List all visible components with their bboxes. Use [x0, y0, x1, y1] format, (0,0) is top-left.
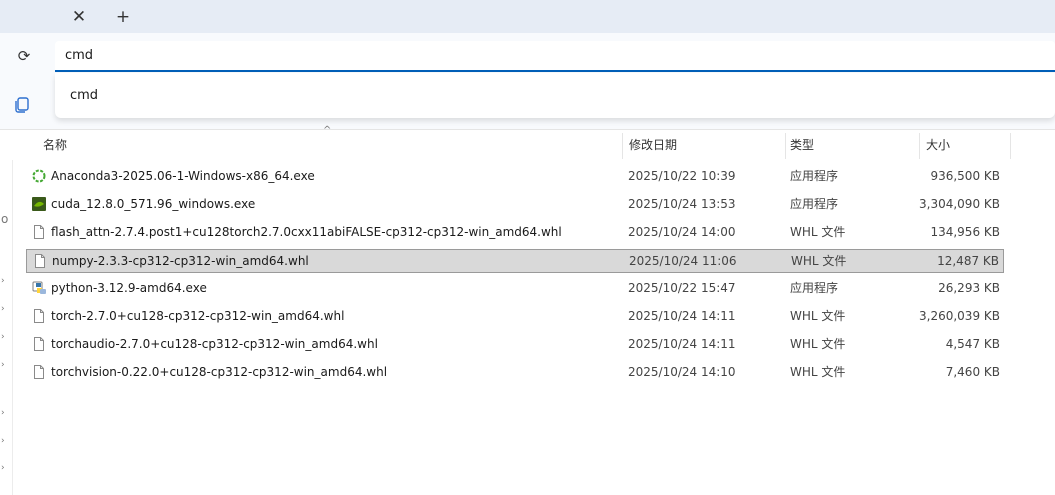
file-size: 4,547 KB	[945, 337, 1000, 351]
file-type: 应用程序	[790, 281, 839, 295]
pin-icon[interactable]: ›	[1, 360, 5, 370]
file-name: Anaconda3-2025.06-1-Windows-x86_64.exe	[51, 169, 315, 183]
file-type: 应用程序	[790, 169, 839, 183]
navigation-pane-edge: o › › › › › › ›	[0, 160, 13, 495]
file-icon	[31, 336, 47, 352]
new-tab-icon[interactable]: +	[110, 4, 136, 30]
file-icon	[31, 364, 47, 380]
file-type: WHL 文件	[790, 225, 846, 239]
column-type-header[interactable]: 类型	[784, 131, 919, 161]
file-size: 936,500 KB	[930, 169, 1000, 183]
pin-icon[interactable]: ›	[1, 304, 5, 314]
file-type: WHL 文件	[791, 254, 847, 268]
file-row[interactable]: torchvision-0.22.0+cu128-cp312-cp312-win…	[26, 361, 1004, 385]
file-modified-date: 2025/10/24 11:06	[629, 254, 737, 268]
file-row[interactable]: torchaudio-2.7.0+cu128-cp312-cp312-win_a…	[26, 333, 1004, 357]
file-type: WHL 文件	[790, 309, 846, 323]
file-name: numpy-2.3.3-cp312-cp312-win_amd64.whl	[52, 254, 309, 268]
file-icon	[31, 308, 47, 324]
file-size: 12,487 KB	[937, 254, 999, 268]
file-row[interactable]: python-3.12.9-amd64.exe 2025/10/22 15:47 应…	[26, 277, 1004, 301]
file-size: 26,293 KB	[938, 281, 1000, 295]
column-header: 名称 修改日期 类型 大小	[0, 131, 1055, 161]
file-type: WHL 文件	[790, 337, 846, 351]
pin-icon[interactable]: ›	[1, 332, 5, 342]
tab-bar: ✕ +	[0, 0, 1055, 33]
file-modified-date: 2025/10/24 14:11	[628, 337, 736, 351]
column-name-header[interactable]: 名称	[37, 131, 622, 161]
file-name: cuda_12.8.0_571.96_windows.exe	[51, 197, 256, 211]
column-divider[interactable]	[1010, 133, 1011, 159]
anaconda-icon	[31, 168, 47, 184]
nav-item-icon[interactable]: o	[1, 212, 8, 226]
file-icon	[32, 253, 48, 269]
file-type: WHL 文件	[790, 365, 846, 379]
pin-icon[interactable]: ›	[1, 463, 5, 473]
file-size: 134,956 KB	[930, 225, 1000, 239]
column-date-header[interactable]: 修改日期	[623, 131, 785, 161]
file-modified-date: 2025/10/24 13:53	[628, 197, 736, 211]
file-name: torchaudio-2.7.0+cu128-cp312-cp312-win_a…	[51, 337, 378, 351]
file-name: torchvision-0.22.0+cu128-cp312-cp312-win…	[51, 365, 388, 379]
file-row[interactable]: numpy-2.3.3-cp312-cp312-win_amd64.whl 202…	[26, 249, 1004, 273]
file-size: 3,260,039 KB	[919, 309, 1000, 323]
copy-icon[interactable]	[12, 95, 32, 115]
file-icon	[31, 224, 47, 240]
python-installer-icon	[31, 280, 47, 296]
file-modified-date: 2025/10/24 14:10	[628, 365, 736, 379]
address-input[interactable]	[55, 41, 1055, 72]
file-modified-date: 2025/10/22 15:47	[628, 281, 736, 295]
file-modified-date: 2025/10/24 14:00	[628, 225, 736, 239]
close-tab-icon[interactable]: ✕	[66, 4, 92, 30]
suggestion-item[interactable]: cmd	[55, 77, 1055, 115]
file-name: flash_attn-2.7.4.post1+cu128torch2.7.0cx…	[51, 225, 562, 239]
pin-icon[interactable]: ›	[1, 408, 5, 418]
file-row[interactable]: flash_attn-2.7.4.post1+cu128torch2.7.0cx…	[26, 221, 1004, 245]
file-row[interactable]: torch-2.7.0+cu128-cp312-cp312-win_amd64.…	[26, 305, 1004, 329]
column-size-header[interactable]: 大小	[920, 131, 1010, 161]
address-suggestions: cmd	[55, 73, 1055, 118]
file-modified-date: 2025/10/22 10:39	[628, 169, 736, 183]
file-name: torch-2.7.0+cu128-cp312-cp312-win_amd64.…	[51, 309, 345, 323]
pin-icon[interactable]: ›	[1, 436, 5, 446]
refresh-icon[interactable]: ⟳	[13, 45, 35, 67]
file-row[interactable]: cuda_12.8.0_571.96_windows.exe 2025/10/24…	[26, 193, 1004, 217]
file-size: 3,304,090 KB	[919, 197, 1000, 211]
file-modified-date: 2025/10/24 14:11	[628, 309, 736, 323]
file-name: python-3.12.9-amd64.exe	[51, 281, 207, 295]
nvidia-icon	[31, 196, 47, 212]
pin-icon[interactable]: ›	[1, 276, 5, 286]
file-row[interactable]: Anaconda3-2025.06-1-Windows-x86_64.exe 20…	[26, 165, 1004, 189]
file-size: 7,460 KB	[945, 365, 1000, 379]
file-type: 应用程序	[790, 197, 839, 211]
